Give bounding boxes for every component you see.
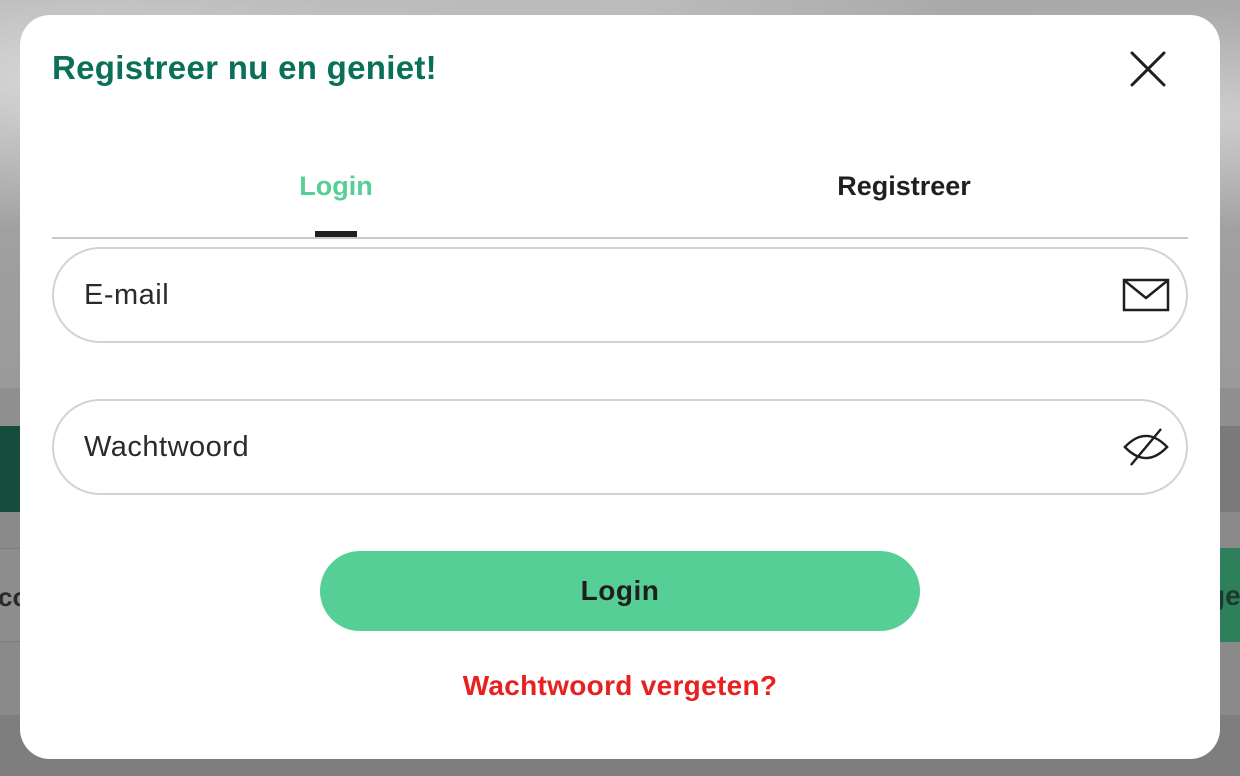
tab-register[interactable]: Registreer — [620, 165, 1188, 239]
close-icon — [1130, 51, 1166, 87]
envelope-icon — [1122, 273, 1170, 317]
password-field — [52, 399, 1188, 495]
active-tab-indicator — [315, 231, 357, 237]
password-input[interactable] — [84, 401, 1104, 493]
close-button[interactable] — [1124, 45, 1172, 93]
forgot-password-link[interactable]: Wachtwoord vergeten? — [20, 670, 1220, 702]
modal-title: Registreer nu en geniet! — [52, 49, 437, 86]
auth-modal: Registreer nu en geniet! Login Registree… — [20, 15, 1220, 759]
email-input[interactable] — [84, 249, 1104, 341]
eye-off-icon[interactable] — [1122, 425, 1170, 469]
email-field — [52, 247, 1188, 343]
login-button[interactable]: Login — [320, 551, 920, 631]
auth-tabs: Login Registreer — [52, 165, 1188, 239]
tab-login[interactable]: Login — [52, 165, 620, 239]
